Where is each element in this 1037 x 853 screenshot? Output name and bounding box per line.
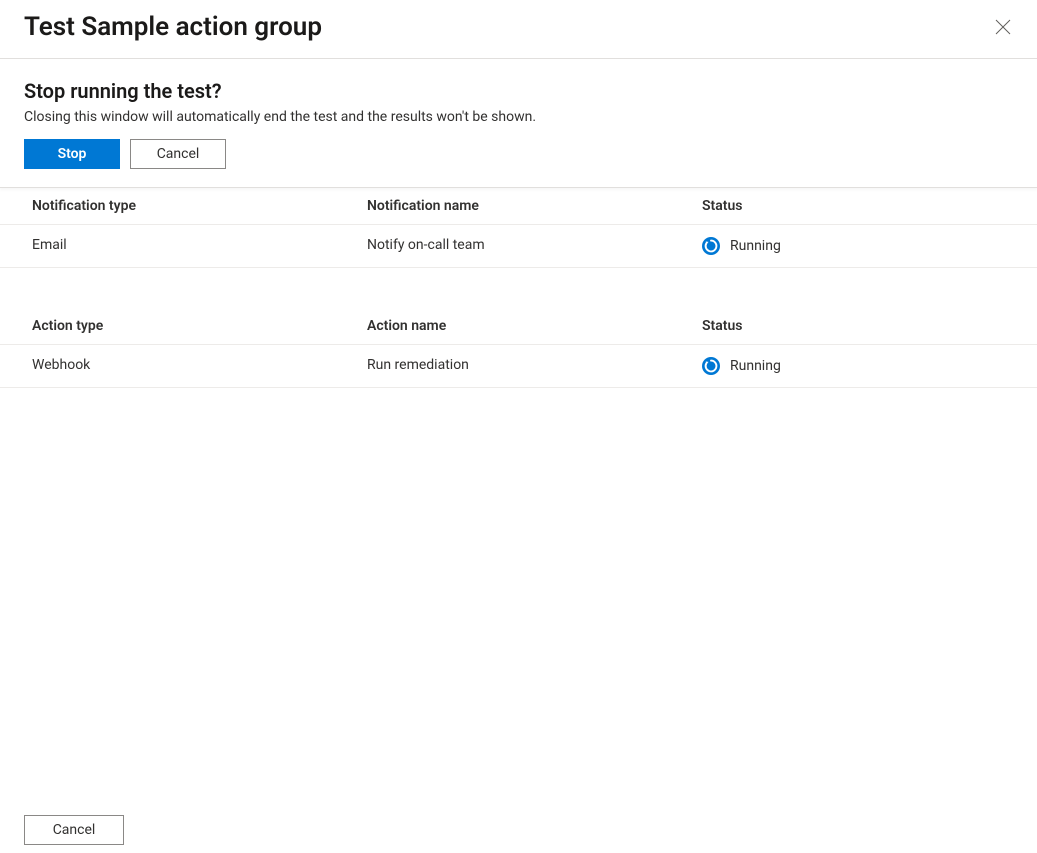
status-label: Running: [730, 238, 781, 254]
stop-button[interactable]: Stop: [24, 139, 120, 169]
dialog-title: Stop running the test?: [24, 79, 1013, 103]
notification-status-cell: Running: [702, 237, 1027, 255]
running-icon: [702, 357, 720, 375]
dialog-buttons: Stop Cancel: [24, 139, 1013, 169]
table-header: Notification type Notification name Stat…: [0, 188, 1037, 225]
panel-header: Test Sample action group: [0, 0, 1037, 59]
close-button[interactable]: [993, 17, 1013, 37]
action-name-cell: Run remediation: [367, 357, 702, 375]
table-header: Action type Action name Status: [0, 308, 1037, 345]
status-label: Running: [730, 358, 781, 374]
column-header-type: Notification type: [32, 198, 367, 214]
notifications-table: Notification type Notification name Stat…: [0, 188, 1037, 268]
footer: Cancel: [0, 799, 1037, 853]
column-header-name: Notification name: [367, 198, 702, 214]
confirm-dialog: Stop running the test? Closing this wind…: [0, 59, 1037, 188]
close-icon: [995, 19, 1011, 35]
page-title: Test Sample action group: [24, 12, 322, 42]
actions-table: Action type Action name Status Webhook R…: [0, 308, 1037, 388]
action-status-cell: Running: [702, 357, 1027, 375]
table-row: Email Notify on-call team Running: [0, 225, 1037, 268]
notification-type-cell: Email: [32, 237, 367, 255]
dialog-cancel-button[interactable]: Cancel: [130, 139, 226, 169]
footer-cancel-button[interactable]: Cancel: [24, 815, 124, 845]
column-header-status: Status: [702, 318, 1027, 334]
column-header-status: Status: [702, 198, 1027, 214]
dialog-message: Closing this window will automatically e…: [24, 109, 1013, 125]
column-header-name: Action name: [367, 318, 702, 334]
action-type-cell: Webhook: [32, 357, 367, 375]
notification-name-cell: Notify on-call team: [367, 237, 702, 255]
column-header-type: Action type: [32, 318, 367, 334]
content-area: Notification type Notification name Stat…: [0, 188, 1037, 799]
running-icon: [702, 237, 720, 255]
table-row: Webhook Run remediation Running: [0, 345, 1037, 388]
